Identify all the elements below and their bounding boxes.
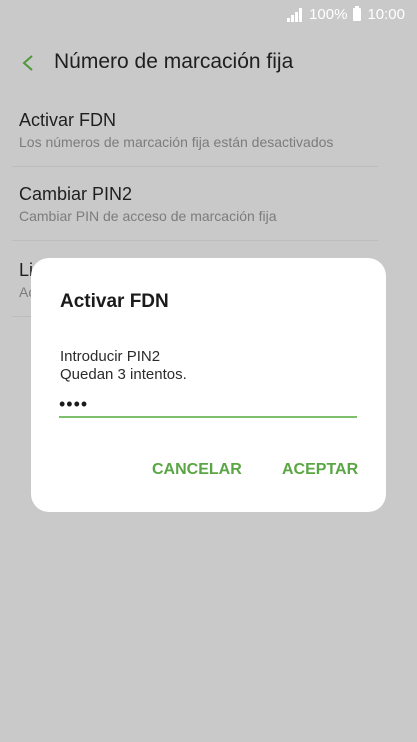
signal-icon — [287, 7, 303, 22]
accept-button[interactable]: ACEPTAR — [282, 461, 358, 479]
clock: 10:00 — [367, 6, 405, 23]
dialog-message-line2: Quedan 3 intentos. — [60, 366, 187, 383]
battery-percent: 100% — [309, 6, 348, 23]
status-right: 100% 10:00 — [287, 6, 405, 23]
app-bar: Número de marcación fija — [0, 34, 417, 90]
list-item-title: Cambiar PIN2 — [19, 184, 133, 204]
list-item-subtitle: Cambiar PIN de acceso de marcación fija — [19, 208, 277, 224]
cancel-button[interactable]: CANCELAR — [152, 461, 242, 479]
divider — [12, 240, 378, 241]
list-item-cambiar-pin2[interactable]: Cambiar PIN2 Cambiar PIN de acceso de ma… — [19, 184, 377, 224]
dialog-message: Introducir PIN2 Quedan 3 intentos. — [60, 348, 187, 384]
list-item-activar-fdn[interactable]: Activar FDN Los números de marcación fij… — [19, 110, 377, 150]
list-item-subtitle: Los números de marcación fija están desa… — [19, 134, 334, 150]
status-bar: 100% 10:00 — [0, 0, 417, 30]
pin2-input[interactable] — [59, 392, 357, 418]
battery-icon — [353, 6, 362, 21]
divider — [12, 166, 378, 167]
activate-fdn-dialog: Activar FDN Introducir PIN2 Quedan 3 int… — [31, 258, 386, 512]
dialog-title: Activar FDN — [60, 291, 169, 312]
list-item-title: Activar FDN — [19, 110, 117, 130]
page-title: Número de marcación fija — [54, 50, 294, 73]
dialog-message-line1: Introducir PIN2 — [60, 348, 161, 365]
back-arrow-icon[interactable] — [20, 54, 38, 72]
